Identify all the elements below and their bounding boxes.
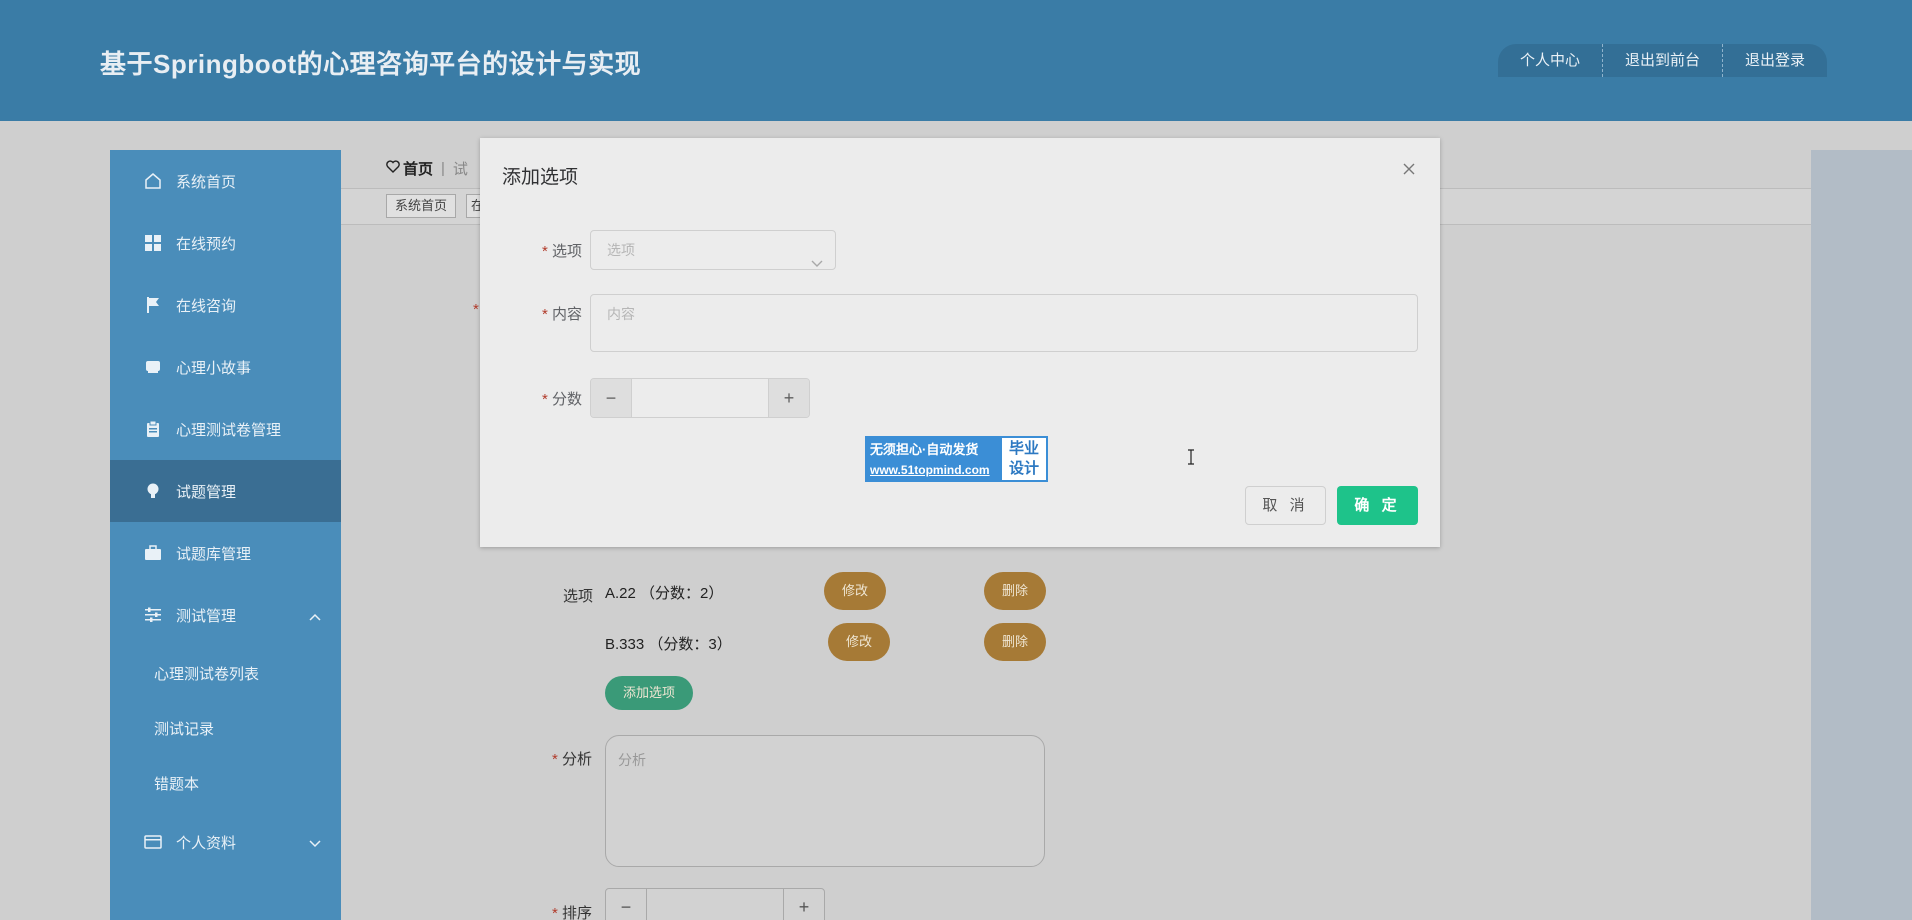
- watermark-right: 毕业 设计: [1002, 438, 1046, 480]
- add-option-dialog: 添加选项 * 选项 选项 * 内容 内容 * 分数 − + 无须担心·自动发货 …: [480, 138, 1440, 547]
- watermark-right1: 毕业: [1008, 440, 1039, 457]
- watermark-right2: 设计: [1008, 460, 1039, 477]
- watermark-left: 无须担心·自动发货 www.51topmind.com: [867, 438, 1002, 480]
- content-label-text: 内容: [551, 306, 582, 323]
- confirm-button[interactable]: 确 定: [1337, 486, 1418, 525]
- content-field-label: * 内容: [541, 306, 582, 323]
- option-label-text: 选项: [551, 243, 582, 260]
- option-field-label: * 选项: [541, 243, 582, 260]
- option-select-placeholder: 选项: [607, 242, 635, 258]
- text-cursor-icon: [1186, 449, 1196, 465]
- plus-icon[interactable]: +: [769, 379, 809, 417]
- score-field-label: * 分数: [541, 391, 582, 408]
- watermark-badge: 无须担心·自动发货 www.51topmind.com 毕业 设计: [865, 436, 1048, 482]
- minus-icon[interactable]: −: [591, 379, 631, 417]
- content-textarea[interactable]: 内容: [590, 294, 1418, 352]
- score-input[interactable]: [631, 379, 769, 417]
- dialog-title: 添加选项: [502, 167, 579, 188]
- watermark-line1: 无须担心·自动发货: [870, 442, 979, 457]
- close-icon[interactable]: [1400, 160, 1418, 178]
- cancel-button[interactable]: 取 消: [1245, 486, 1326, 525]
- chevron-down-icon: [811, 244, 823, 282]
- score-label-text: 分数: [551, 391, 582, 408]
- watermark-url: www.51topmind.com: [870, 463, 990, 477]
- score-stepper: − +: [590, 378, 810, 418]
- option-select[interactable]: 选项: [590, 230, 836, 270]
- content-placeholder: 内容: [607, 306, 635, 322]
